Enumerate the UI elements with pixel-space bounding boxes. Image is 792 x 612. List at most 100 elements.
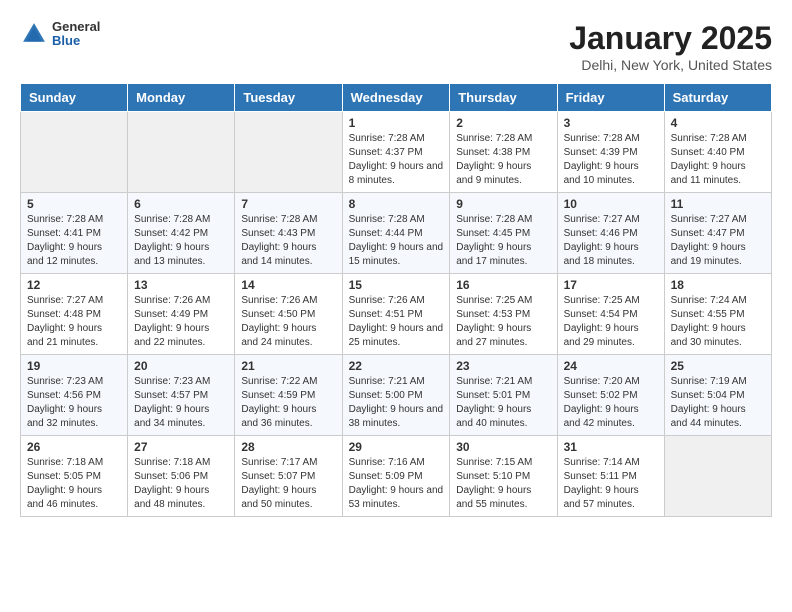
calendar-cell: 5Sunrise: 7:28 AM Sunset: 4:41 PM Daylig…	[21, 193, 128, 274]
day-number: 15	[349, 278, 444, 292]
day-info: Sunrise: 7:25 AM Sunset: 4:53 PM Dayligh…	[456, 294, 550, 350]
day-info: Sunrise: 7:22 AM Sunset: 4:59 PM Dayligh…	[241, 375, 335, 431]
day-number: 26	[27, 440, 121, 454]
day-number: 13	[134, 278, 228, 292]
day-info: Sunrise: 7:28 AM Sunset: 4:40 PM Dayligh…	[671, 132, 765, 188]
calendar: SundayMondayTuesdayWednesdayThursdayFrid…	[20, 83, 772, 517]
day-number: 3	[564, 116, 658, 130]
calendar-cell: 30 Sunrise: 7:15 AM Sunset: 5:10 PM Dayli…	[450, 436, 557, 517]
week-row-4: 19 Sunrise: 7:23 AM Sunset: 4:56 PM Dayli…	[21, 355, 772, 436]
day-info: Sunrise: 7:23 AM Sunset: 4:56 PM Dayligh…	[27, 375, 121, 431]
calendar-cell	[664, 436, 771, 517]
day-info: Sunrise: 7:24 AM Sunset: 4:55 PM Dayligh…	[671, 294, 765, 350]
calendar-cell: 12Sunrise: 7:27 AM Sunset: 4:48 PM Dayli…	[21, 274, 128, 355]
weekday-header-thursday: Thursday	[450, 84, 557, 112]
calendar-cell: 29Sunrise: 7:16 AM Sunset: 5:09 PM Dayli…	[342, 436, 450, 517]
day-number: 22	[349, 359, 444, 373]
calendar-cell: 4 Sunrise: 7:28 AM Sunset: 4:40 PM Daylig…	[664, 112, 771, 193]
day-info: Sunrise: 7:25 AM Sunset: 4:54 PM Dayligh…	[564, 294, 658, 350]
weekday-header-monday: Monday	[128, 84, 235, 112]
calendar-cell: 23 Sunrise: 7:21 AM Sunset: 5:01 PM Dayli…	[450, 355, 557, 436]
day-info: Sunrise: 7:16 AM Sunset: 5:09 PM Dayligh…	[349, 456, 444, 512]
calendar-cell: 14 Sunrise: 7:26 AM Sunset: 4:50 PM Dayli…	[235, 274, 342, 355]
calendar-cell: 21 Sunrise: 7:22 AM Sunset: 4:59 PM Dayli…	[235, 355, 342, 436]
weekday-header-row: SundayMondayTuesdayWednesdayThursdayFrid…	[21, 84, 772, 112]
day-number: 31	[564, 440, 658, 454]
calendar-cell: 1 Sunrise: 7:28 AM Sunset: 4:37 PM Daylig…	[342, 112, 450, 193]
calendar-cell: 26 Sunrise: 7:18 AM Sunset: 5:05 PM Dayli…	[21, 436, 128, 517]
day-number: 27	[134, 440, 228, 454]
day-number: 8	[349, 197, 444, 211]
calendar-cell: 18 Sunrise: 7:24 AM Sunset: 4:55 PM Dayli…	[664, 274, 771, 355]
day-number: 14	[241, 278, 335, 292]
month-title: January 2025	[569, 20, 772, 57]
day-number: 10	[564, 197, 658, 211]
day-number: 19	[27, 359, 121, 373]
day-info: Sunrise: 7:18 AM Sunset: 5:06 PM Dayligh…	[134, 456, 228, 512]
day-info: Sunrise: 7:17 AM Sunset: 5:07 PM Dayligh…	[241, 456, 335, 512]
day-number: 1	[349, 116, 444, 130]
day-number: 28	[241, 440, 335, 454]
day-number: 21	[241, 359, 335, 373]
calendar-cell	[21, 112, 128, 193]
week-row-2: 5Sunrise: 7:28 AM Sunset: 4:41 PM Daylig…	[21, 193, 772, 274]
calendar-cell	[128, 112, 235, 193]
weekday-header-tuesday: Tuesday	[235, 84, 342, 112]
week-row-3: 12Sunrise: 7:27 AM Sunset: 4:48 PM Dayli…	[21, 274, 772, 355]
calendar-cell: 31 Sunrise: 7:14 AM Sunset: 5:11 PM Dayli…	[557, 436, 664, 517]
calendar-cell: 16 Sunrise: 7:25 AM Sunset: 4:53 PM Dayli…	[450, 274, 557, 355]
location: Delhi, New York, United States	[569, 57, 772, 73]
day-number: 4	[671, 116, 765, 130]
calendar-cell: 15 Sunrise: 7:26 AM Sunset: 4:51 PM Dayli…	[342, 274, 450, 355]
calendar-cell: 13Sunrise: 7:26 AM Sunset: 4:49 PM Dayli…	[128, 274, 235, 355]
day-info: Sunrise: 7:26 AM Sunset: 4:50 PM Dayligh…	[241, 294, 335, 350]
weekday-header-sunday: Sunday	[21, 84, 128, 112]
calendar-cell: 6Sunrise: 7:28 AM Sunset: 4:42 PM Daylig…	[128, 193, 235, 274]
day-number: 16	[456, 278, 550, 292]
calendar-cell: 28 Sunrise: 7:17 AM Sunset: 5:07 PM Dayli…	[235, 436, 342, 517]
day-info: Sunrise: 7:28 AM Sunset: 4:37 PM Dayligh…	[349, 132, 444, 188]
day-info: Sunrise: 7:27 AM Sunset: 4:46 PM Dayligh…	[564, 213, 658, 269]
day-number: 24	[564, 359, 658, 373]
day-info: Sunrise: 7:23 AM Sunset: 4:57 PM Dayligh…	[134, 375, 228, 431]
week-row-5: 26 Sunrise: 7:18 AM Sunset: 5:05 PM Dayli…	[21, 436, 772, 517]
day-info: Sunrise: 7:27 AM Sunset: 4:47 PM Dayligh…	[671, 213, 765, 269]
week-row-1: 1 Sunrise: 7:28 AM Sunset: 4:37 PM Daylig…	[21, 112, 772, 193]
day-number: 7	[241, 197, 335, 211]
logo-blue: Blue	[52, 34, 100, 48]
day-number: 9	[456, 197, 550, 211]
calendar-cell: 10 Sunrise: 7:27 AM Sunset: 4:46 PM Dayli…	[557, 193, 664, 274]
day-info: Sunrise: 7:19 AM Sunset: 5:04 PM Dayligh…	[671, 375, 765, 431]
day-info: Sunrise: 7:14 AM Sunset: 5:11 PM Dayligh…	[564, 456, 658, 512]
day-info: Sunrise: 7:26 AM Sunset: 4:51 PM Dayligh…	[349, 294, 444, 350]
calendar-cell: 2 Sunrise: 7:28 AM Sunset: 4:38 PM Daylig…	[450, 112, 557, 193]
day-info: Sunrise: 7:28 AM Sunset: 4:43 PM Dayligh…	[241, 213, 335, 269]
calendar-cell: 7 Sunrise: 7:28 AM Sunset: 4:43 PM Daylig…	[235, 193, 342, 274]
day-number: 2	[456, 116, 550, 130]
calendar-cell: 27 Sunrise: 7:18 AM Sunset: 5:06 PM Dayli…	[128, 436, 235, 517]
day-number: 20	[134, 359, 228, 373]
weekday-header-friday: Friday	[557, 84, 664, 112]
day-info: Sunrise: 7:21 AM Sunset: 5:01 PM Dayligh…	[456, 375, 550, 431]
logo-text: General Blue	[52, 20, 100, 49]
day-number: 25	[671, 359, 765, 373]
day-number: 23	[456, 359, 550, 373]
day-info: Sunrise: 7:28 AM Sunset: 4:39 PM Dayligh…	[564, 132, 658, 188]
day-info: Sunrise: 7:15 AM Sunset: 5:10 PM Dayligh…	[456, 456, 550, 512]
calendar-cell: 17Sunrise: 7:25 AM Sunset: 4:54 PM Dayli…	[557, 274, 664, 355]
day-number: 18	[671, 278, 765, 292]
day-number: 30	[456, 440, 550, 454]
day-info: Sunrise: 7:28 AM Sunset: 4:44 PM Dayligh…	[349, 213, 444, 269]
calendar-cell: 24Sunrise: 7:20 AM Sunset: 5:02 PM Dayli…	[557, 355, 664, 436]
calendar-cell: 25 Sunrise: 7:19 AM Sunset: 5:04 PM Dayli…	[664, 355, 771, 436]
day-info: Sunrise: 7:18 AM Sunset: 5:05 PM Dayligh…	[27, 456, 121, 512]
day-info: Sunrise: 7:28 AM Sunset: 4:38 PM Dayligh…	[456, 132, 550, 188]
day-number: 5	[27, 197, 121, 211]
title-block: January 2025 Delhi, New York, United Sta…	[569, 20, 772, 73]
calendar-cell: 9Sunrise: 7:28 AM Sunset: 4:45 PM Daylig…	[450, 193, 557, 274]
day-number: 11	[671, 197, 765, 211]
day-number: 12	[27, 278, 121, 292]
logo-icon	[20, 20, 48, 48]
calendar-cell: 20 Sunrise: 7:23 AM Sunset: 4:57 PM Dayli…	[128, 355, 235, 436]
weekday-header-saturday: Saturday	[664, 84, 771, 112]
